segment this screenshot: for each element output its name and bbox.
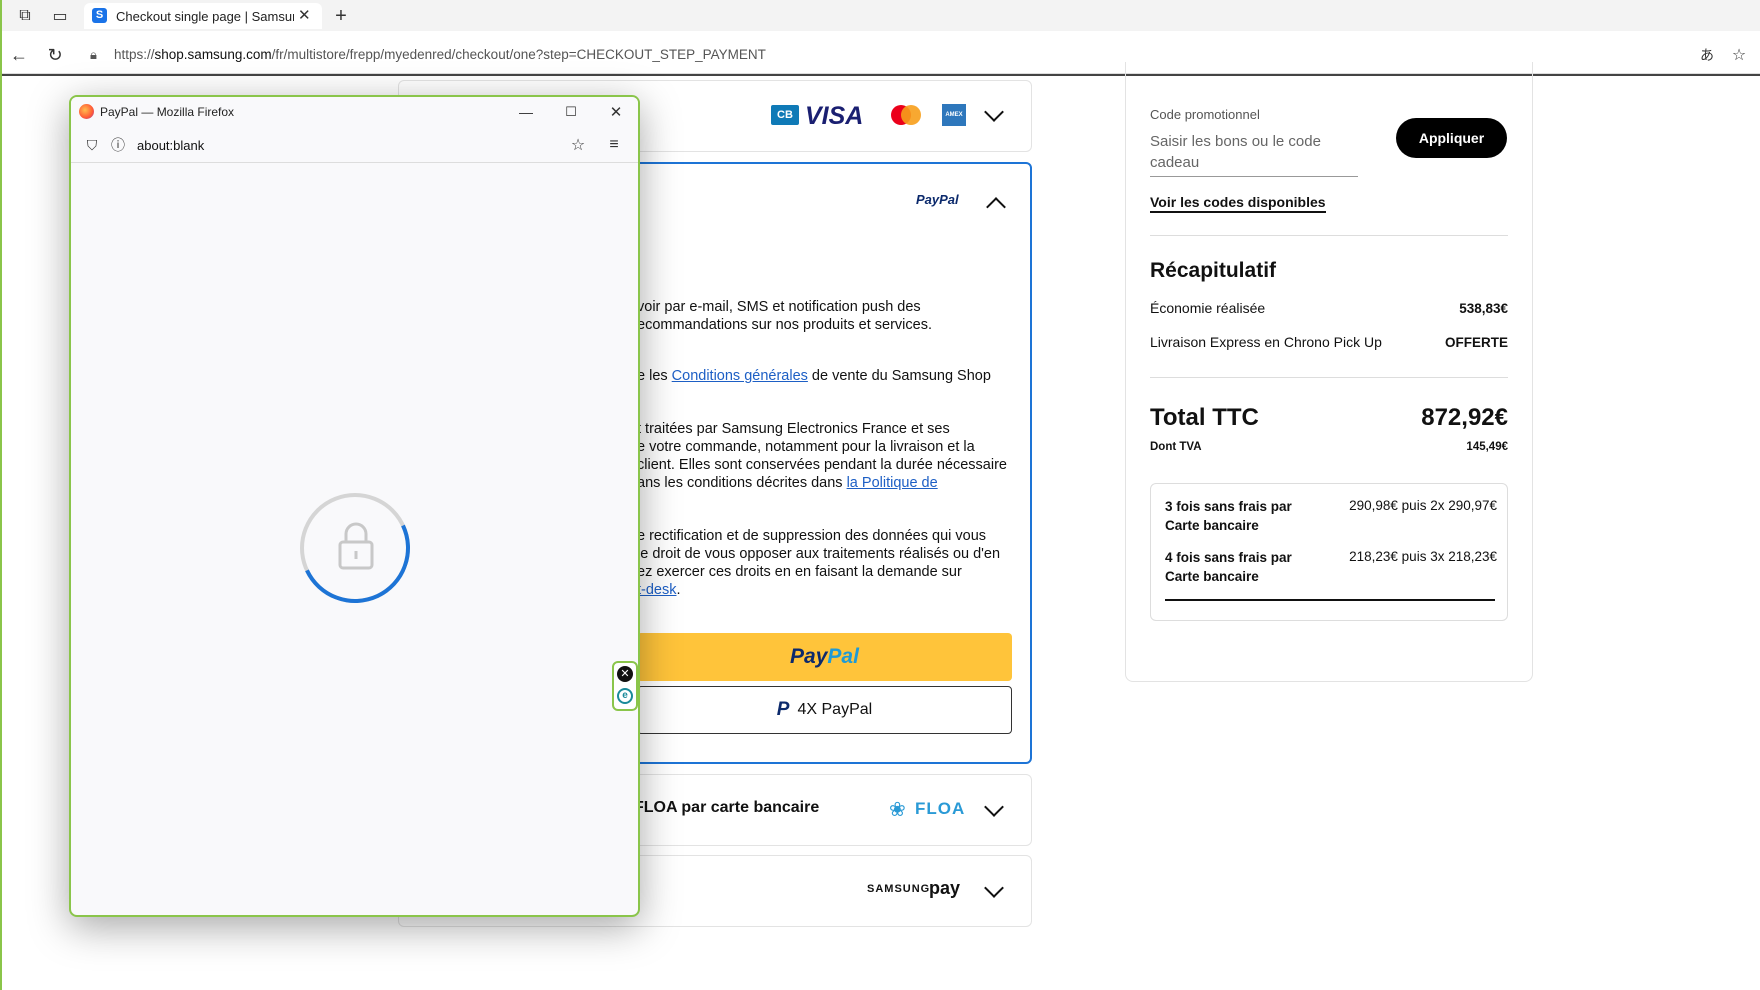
window-border — [0, 0, 2, 990]
paypal-popup-window: PayPal — Mozilla Firefox — ☐ ✕ ⛉ ⓘ about… — [69, 95, 640, 917]
popup-url[interactable]: about:blank — [137, 138, 204, 153]
apply-button[interactable]: Appliquer — [1396, 118, 1507, 158]
vat-label: Dont TVA — [1150, 441, 1202, 453]
vat-value: 145,49€ — [1466, 441, 1508, 453]
translate-icon[interactable]: あ — [1694, 42, 1720, 68]
help-desk-link[interactable]: t-desk — [637, 582, 677, 598]
terms-link[interactable]: Conditions générales — [672, 368, 808, 384]
tab-bar: ⧉ ▭ S Checkout single page | Samsung Fr … — [0, 0, 1760, 31]
marketing-consent-text: voir par e-mail, SMS et notification pus… — [637, 299, 932, 333]
available-codes-link[interactable]: Voir les codes disponibles — [1150, 194, 1326, 213]
popup-title: PayPal — Mozilla Firefox — [100, 105, 235, 119]
delivery-value: OFFERTE — [1445, 335, 1508, 350]
installment-3x-label: 3 fois sans frais par Carte bancaire — [1165, 499, 1292, 533]
mastercard-logo — [890, 104, 922, 126]
privacy-policy-link[interactable]: la Politique de — [847, 475, 938, 491]
minimize-icon[interactable]: — — [513, 99, 539, 125]
back-icon[interactable]: ← — [6, 42, 32, 68]
maximize-icon[interactable]: ☐ — [558, 99, 584, 125]
popup-url-bar: ⛉ ⓘ about:blank ☆ ≡ — [71, 127, 638, 163]
savings-label: Économie réalisée — [1150, 300, 1266, 316]
promo-label: Code promotionnel — [1150, 107, 1260, 122]
chevron-down-icon[interactable] — [984, 102, 1004, 122]
extension-e-icon[interactable]: e — [617, 688, 633, 704]
rights-text: e rectification et de suppression des do… — [637, 528, 1001, 598]
visa-logo: VISA — [805, 102, 864, 130]
installments-underline — [1165, 599, 1495, 601]
delivery-label: Livraison Express en Chrono Pick Up — [1150, 334, 1382, 350]
amex-logo: AMEX — [942, 104, 966, 126]
paypal-4x-button[interactable]: P 4X PayPal — [637, 686, 1012, 734]
side-widget: ✕ e — [612, 661, 638, 711]
savings-value: 538,83€ — [1459, 301, 1508, 316]
total-value: 872,92€ — [1421, 404, 1508, 431]
recap-title: Récapitulatif — [1150, 259, 1277, 282]
privacy-text: t traitées par Samsung Electronics Franc… — [637, 421, 1007, 491]
floa-label: FLOA par carte bancaire — [634, 799, 820, 816]
installment-3x-value: 290,98€ puis 2x 290,97€ — [1349, 498, 1497, 513]
pay-logo: pay — [929, 878, 961, 898]
samsung-logo: SAMSUNG — [867, 883, 931, 895]
tab-title: Checkout single page | Samsung Fr — [116, 9, 294, 24]
terms-text: e les Conditions générales de vente du S… — [637, 368, 991, 384]
workspaces-icon[interactable]: ⧉ — [12, 3, 38, 29]
installment-4x-value: 218,23€ puis 3x 218,23€ — [1349, 549, 1497, 564]
divider — [1150, 235, 1508, 236]
installments-box: 3 fois sans frais par Carte bancaire 290,… — [1150, 483, 1508, 621]
chevron-down-icon[interactable] — [984, 797, 1004, 817]
tab-checkout[interactable]: S Checkout single page | Samsung Fr ✕ — [84, 3, 322, 29]
menu-icon[interactable]: ≡ — [601, 132, 627, 158]
url-text: https://shop.samsung.com/fr/multistore/f… — [114, 47, 766, 62]
close-icon[interactable]: ✕ — [603, 99, 629, 125]
cb-logo: CB — [771, 105, 799, 125]
installment-4x-label: 4 fois sans frais par Carte bancaire — [1165, 550, 1292, 584]
close-circle-icon[interactable]: ✕ — [617, 666, 633, 682]
lock-icon: 🔒︎ — [90, 47, 97, 62]
bookmark-star-icon[interactable]: ☆ — [565, 132, 591, 158]
total-label: Total TTC — [1150, 404, 1259, 431]
firefox-icon — [79, 104, 94, 119]
chevron-down-icon[interactable] — [984, 878, 1004, 898]
divider — [1150, 377, 1508, 378]
floa-flower-icon: ❀ — [889, 799, 906, 821]
close-tab-icon[interactable]: ✕ — [298, 6, 311, 24]
tab-actions-icon[interactable]: ▭ — [47, 3, 73, 29]
floa-logo: FLOA — [915, 799, 966, 818]
favorite-star-icon[interactable]: ☆ — [1726, 42, 1752, 68]
new-tab-icon[interactable]: + — [328, 3, 354, 29]
promo-input[interactable]: Saisir les bons ou le code cadeau — [1150, 131, 1358, 173]
paypal-logo: PayPal — [916, 192, 959, 207]
samsung-favicon-icon: S — [92, 8, 107, 23]
reload-icon[interactable]: ↻ — [42, 42, 68, 68]
paypal-button[interactable]: Pay Pal — [637, 633, 1012, 681]
lock-icon — [337, 520, 375, 570]
info-icon[interactable]: ⓘ — [105, 132, 131, 158]
promo-input-underline — [1150, 176, 1358, 177]
shield-icon[interactable]: ⛉ — [79, 132, 105, 158]
paypal-p-icon: P — [776, 699, 790, 720]
chevron-up-icon[interactable] — [986, 197, 1006, 217]
popup-title-bar: PayPal — Mozilla Firefox — ☐ ✕ — [71, 97, 638, 127]
